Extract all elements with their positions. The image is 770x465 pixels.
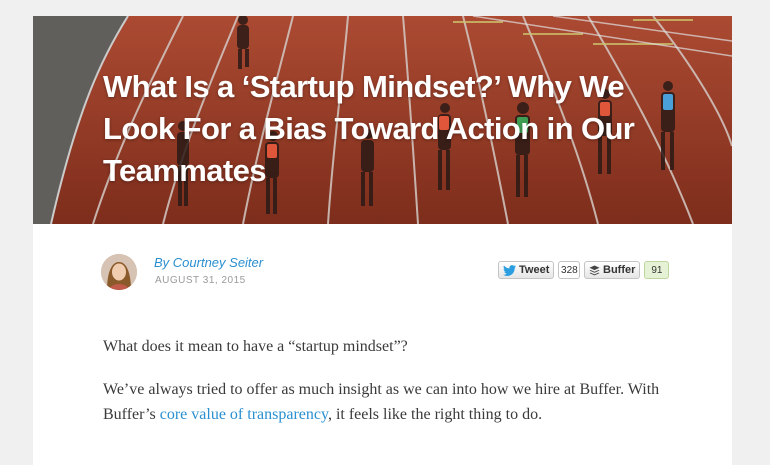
buffer-share: Buffer 91 <box>584 261 670 279</box>
tweet-button[interactable]: Tweet <box>498 261 555 279</box>
avatar-portrait <box>101 254 137 290</box>
article-title: What Is a ‘Startup Mindset?’ Why We Look… <box>103 69 635 188</box>
article-card: What Is a ‘Startup Mindset?’ Why We Look… <box>33 16 732 465</box>
publish-date: AUGUST 31, 2015 <box>155 275 246 286</box>
buffer-label: Buffer <box>603 264 636 276</box>
hero-image: What Is a ‘Startup Mindset?’ Why We Look… <box>33 16 732 224</box>
twitter-bird-icon <box>503 264 516 276</box>
paragraph-text-end: , it feels like the right thing to do. <box>327 406 543 423</box>
tweet-count: 328 <box>558 261 581 279</box>
article-paragraph-1: What does it mean to have a “startup min… <box>103 338 408 355</box>
author-avatar[interactable] <box>101 254 137 290</box>
author-byline[interactable]: By Courtney Seiter <box>154 255 263 270</box>
core-value-link[interactable]: core value of transparency <box>160 406 328 423</box>
buffer-stack-icon <box>589 265 600 275</box>
article-paragraph-2: We’ve always tried to offer as much insi… <box>103 377 673 427</box>
tweet-share: Tweet 328 <box>498 261 581 279</box>
buffer-button[interactable]: Buffer <box>584 261 641 279</box>
tweet-label: Tweet <box>519 264 550 276</box>
buffer-count: 91 <box>644 261 670 279</box>
